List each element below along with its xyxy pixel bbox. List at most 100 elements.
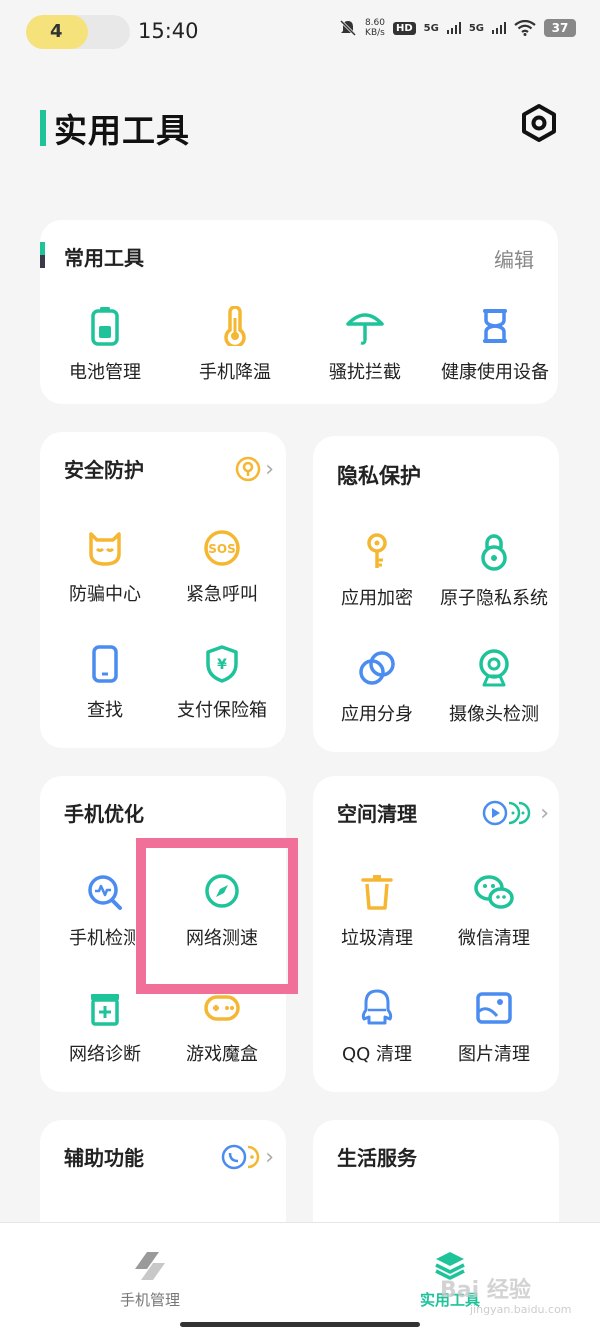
nav-label: 手机管理 [119,1291,180,1309]
settings-hexagon-icon[interactable] [520,103,558,143]
tool-label: 紧急呼叫 [186,584,258,605]
clone-icon [359,651,395,685]
umbrella-icon [346,313,384,345]
signal-5g-1: 5G [423,22,439,34]
tool-emergency-call[interactable]: SOS 紧急呼叫 [162,528,282,606]
medkit-icon [91,994,119,1026]
tool-label: 电池管理 [69,362,141,383]
common-tools-title: 常用工具 [64,246,144,270]
common-tools-card: 常用工具 编辑 电池管理 手机降温 骚扰拦截 健康使用设备 [40,220,558,404]
thermometer-icon [224,306,246,346]
storage-card: 空间清理 › 垃圾清理 微信清理 QQ 清理 图片清理 [313,776,559,1092]
tool-wechat-clean[interactable]: 微信清理 [434,872,554,950]
status-icons: 8.60 KB/s HD 5G 5G 37 [339,18,576,38]
home-indicator [180,1322,420,1327]
tool-find-device[interactable]: 查找 [45,644,165,722]
chevron-right-icon: › [265,1144,274,1170]
pill-value: 4 [50,21,63,42]
cleanup-badge-icon [482,800,531,826]
net-speed: 8.60 KB/s [365,18,385,38]
tool-label: 原子隐私系统 [440,588,548,609]
tool-game-box[interactable]: 游戏魔盒 [162,988,282,1066]
phone-icon [92,645,118,683]
lock-icon [481,534,507,571]
tool-label: 防骗中心 [69,584,141,605]
clock: 15:40 [138,19,199,43]
trash-icon [361,875,393,910]
tool-label: 摄像头检测 [449,704,539,725]
signal-5g-2: 5G [468,22,484,34]
status-pill[interactable]: 4 [26,15,130,49]
wechat-icon [474,875,514,909]
page-header: 实用工具 [40,104,190,152]
mute-bell-icon [339,19,356,37]
watermark-sub: jingyan.baidu.com [470,1303,572,1316]
tool-trash-clean[interactable]: 垃圾清理 [317,872,437,950]
tool-label: QQ 清理 [341,1044,413,1065]
tool-app-clone[interactable]: 应用分身 [317,648,437,726]
tool-label: 支付保险箱 [177,700,267,721]
security-title: 安全防护 [64,458,144,482]
chevron-right-icon: › [540,800,549,826]
highlight-box [136,838,298,994]
tool-harass-block[interactable]: 骚扰拦截 [305,306,425,384]
tool-atomic-privacy[interactable]: 原子隐私系统 [434,532,554,610]
tool-label: 应用分身 [341,704,413,725]
mask-icon [89,532,121,566]
tool-label: 图片清理 [458,1044,530,1065]
net-speed-value: 8.60 [364,18,385,28]
tool-label: 网络诊断 [69,1044,141,1065]
chevron-right-icon: › [265,456,274,482]
tool-qq-clean[interactable]: QQ 清理 [317,988,437,1066]
tool-label: 应用加密 [341,588,413,609]
tool-network-diagnose[interactable]: 网络诊断 [45,988,165,1066]
common-tools-accent [40,242,45,268]
tool-phone-cooling[interactable]: 手机降温 [175,306,295,384]
shield-yen-icon: ¥ [206,645,238,683]
edit-button[interactable]: 编辑 [494,244,534,273]
tool-label: 骚扰拦截 [329,362,401,383]
assist-badge-icon [221,1144,260,1170]
watermark: Bai 经验 [440,1278,531,1303]
tool-healthy-usage[interactable]: 健康使用设备 [435,306,555,384]
privacy-title: 隐私保护 [337,464,421,488]
key-icon [367,533,387,568]
nav-phone-manage[interactable]: 手机管理 [80,1249,220,1310]
hourglass-icon [483,309,507,343]
tool-payment-safe[interactable]: ¥ 支付保险箱 [162,644,282,722]
optimize-title: 手机优化 [64,802,144,826]
assist-more[interactable]: › [221,1144,274,1170]
camera-icon [479,649,509,687]
tool-label: 游戏魔盒 [186,1044,258,1065]
security-more[interactable]: › [235,456,274,482]
tool-battery-manage[interactable]: 电池管理 [45,306,165,384]
tool-picture-clean[interactable]: 图片清理 [434,988,554,1066]
wifi-icon [514,20,536,36]
phone-manage-icon [135,1252,165,1280]
tool-label: 手机降温 [199,362,271,383]
signal-bars-icon [446,22,461,34]
storage-title: 空间清理 [337,802,417,826]
hd-icon: HD [392,21,416,35]
status-bar: 4 15:40 8.60 KB/s HD 5G 5G 37 [0,0,600,64]
storage-more[interactable]: › [482,800,549,826]
page-title: 实用工具 [54,111,190,150]
svg-text:SOS: SOS [208,542,236,556]
tool-label: 微信清理 [458,928,530,949]
location-pin-badge-icon [235,456,261,482]
privacy-card: 隐私保护 应用加密 原子隐私系统 应用分身 摄像头检测 [313,436,559,752]
tool-fraud-center[interactable]: 防骗中心 [45,528,165,606]
net-speed-unit: KB/s [365,28,385,38]
tool-label: 垃圾清理 [341,928,413,949]
battery-icon [91,307,119,346]
gamepad-icon [204,995,240,1021]
tool-label: 查找 [87,700,123,721]
assist-title: 辅助功能 [64,1146,144,1170]
svg-text:¥: ¥ [217,657,227,673]
tool-app-lock[interactable]: 应用加密 [317,532,437,610]
tool-camera-detect[interactable]: 摄像头检测 [434,648,554,726]
picture-icon [476,992,512,1024]
qq-icon [361,989,393,1025]
tool-label: 健康使用设备 [441,362,549,383]
title-accent-bar [40,110,46,146]
